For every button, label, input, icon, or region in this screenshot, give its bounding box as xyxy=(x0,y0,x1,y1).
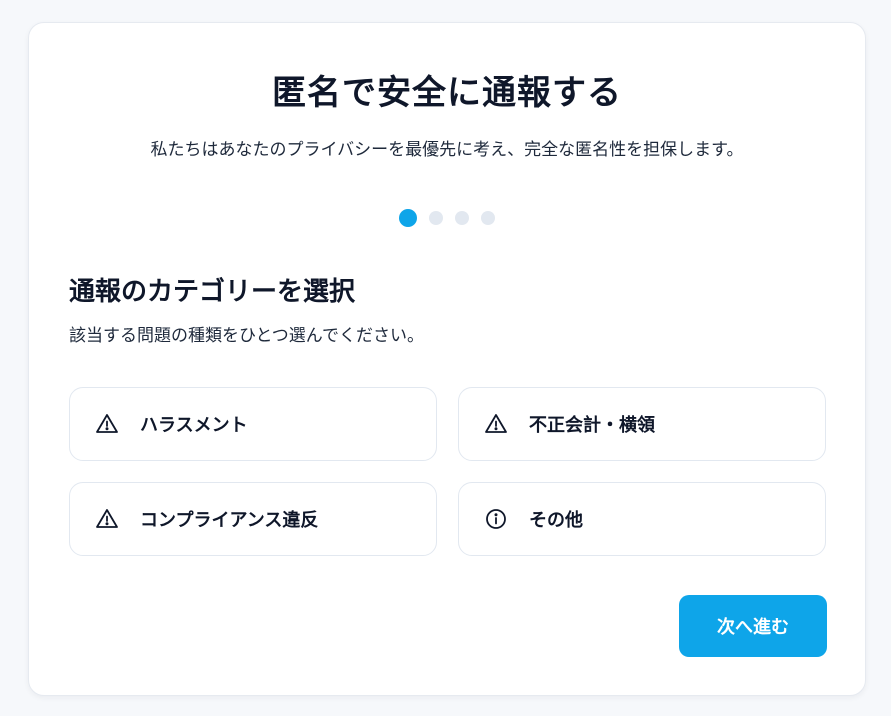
step-dot-1 xyxy=(399,209,417,227)
next-button[interactable]: 次へ進む xyxy=(679,595,827,657)
step-dot-4 xyxy=(481,211,495,225)
warning-icon xyxy=(94,506,120,532)
report-card: 匿名で安全に通報する 私たちはあなたのプライバシーを最優先に考え、完全な匿名性を… xyxy=(28,22,866,696)
info-icon xyxy=(483,506,509,532)
step-dot-3 xyxy=(455,211,469,225)
section-title: 通報のカテゴリーを選択 xyxy=(69,277,356,307)
category-option-other[interactable]: その他 xyxy=(458,482,826,556)
category-label: その他 xyxy=(529,510,583,531)
category-label: 不正会計・横領 xyxy=(529,415,655,436)
category-grid: ハラスメント 不正会計・横領 コンプライアンス違反 その他 xyxy=(69,387,827,556)
page-subtitle: 私たちはあなたのプライバシーを最優先に考え、完全な匿名性を担保します。 xyxy=(150,140,744,160)
category-option-fraud[interactable]: 不正会計・横領 xyxy=(458,387,826,461)
step-dot-2 xyxy=(429,211,443,225)
step-indicator xyxy=(29,209,865,227)
category-option-compliance[interactable]: コンプライアンス違反 xyxy=(69,482,437,556)
section-description: 該当する問題の種類をひとつ選んでください。 xyxy=(69,326,424,346)
category-option-harassment[interactable]: ハラスメント xyxy=(69,387,437,461)
warning-icon xyxy=(483,411,509,437)
warning-icon xyxy=(94,411,120,437)
category-label: コンプライアンス違反 xyxy=(140,510,319,531)
page-title: 匿名で安全に通報する xyxy=(272,73,622,113)
category-label: ハラスメント xyxy=(140,415,248,436)
